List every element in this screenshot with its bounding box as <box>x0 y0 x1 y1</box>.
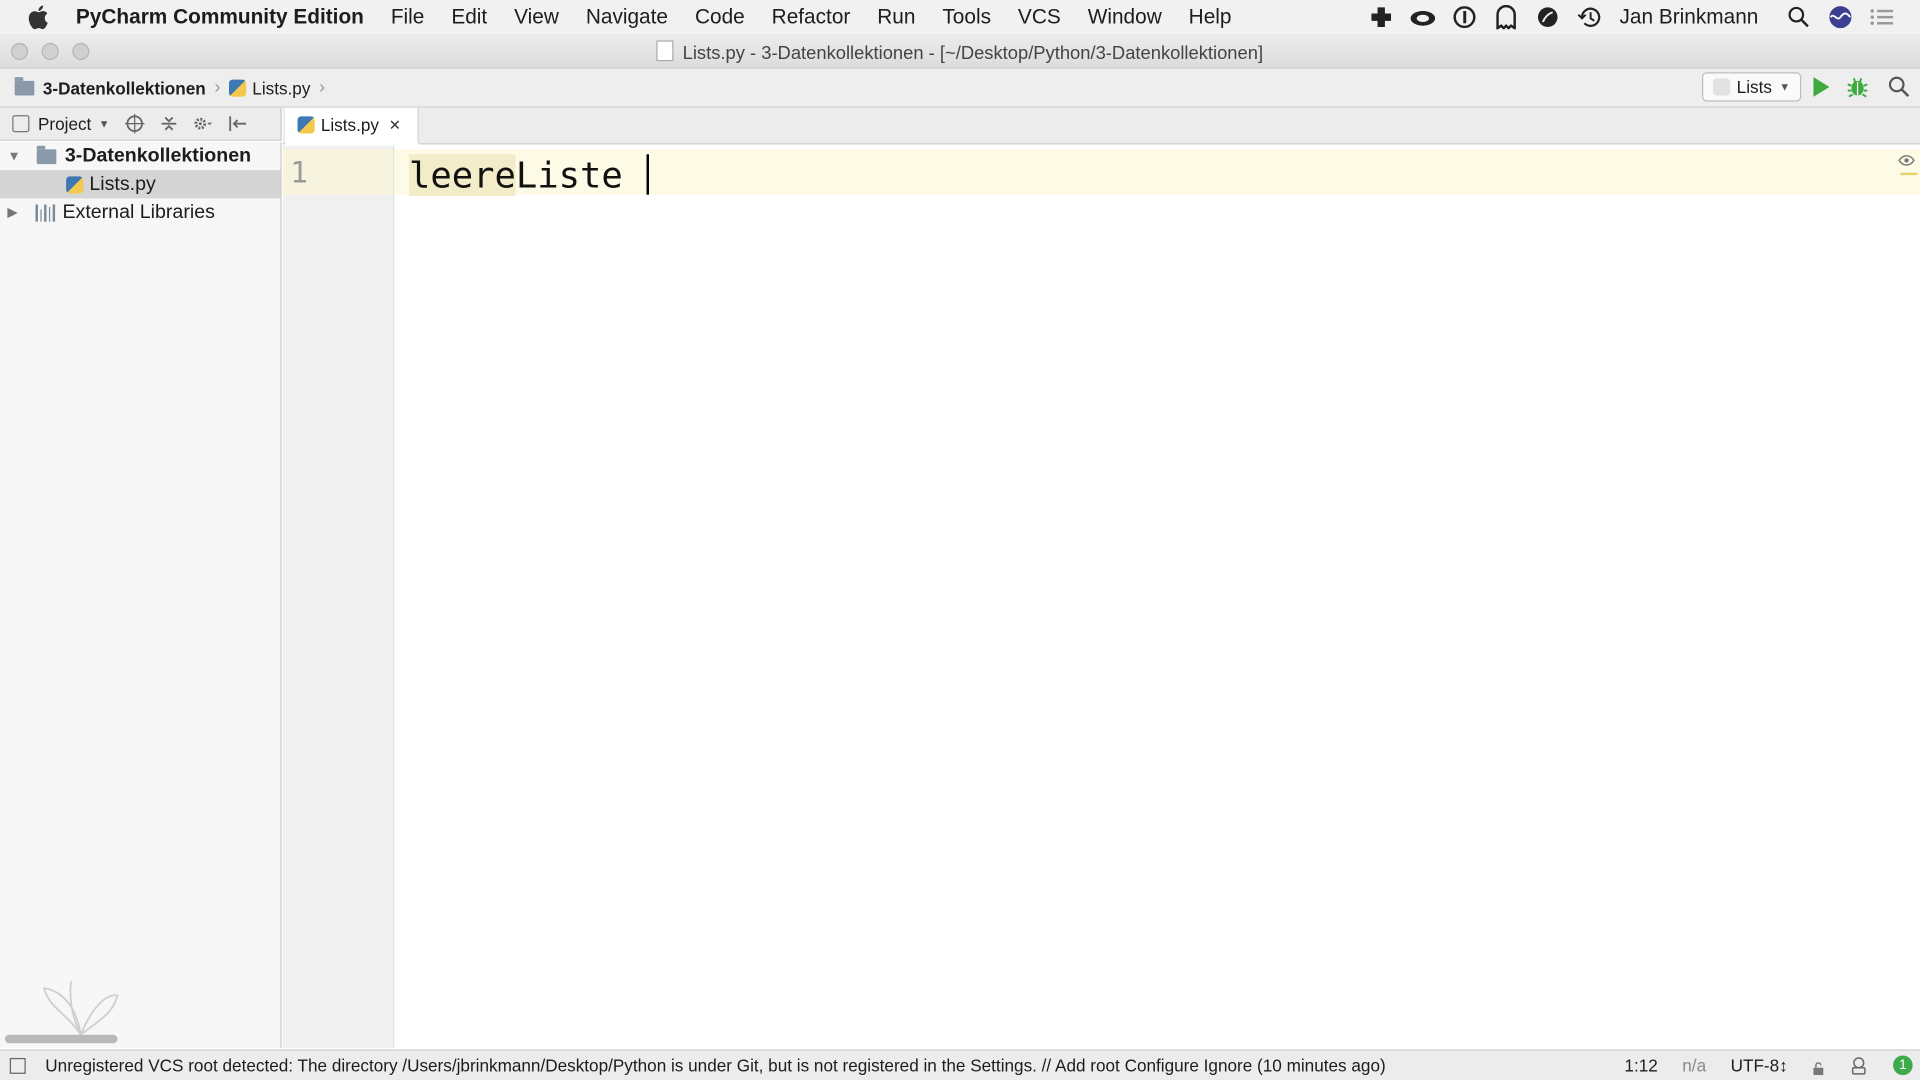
menu-code[interactable]: Code <box>695 5 745 29</box>
apple-icon[interactable] <box>27 5 59 30</box>
macos-menu-bar: PyCharm Community Edition File Edit View… <box>0 0 1920 36</box>
menu-window[interactable]: Window <box>1088 5 1162 29</box>
screen: PyCharm Community Edition File Edit View… <box>0 0 1920 1080</box>
breadcrumb-separator-icon: › <box>214 77 221 98</box>
caret-position[interactable]: 1:12 <box>1624 1056 1657 1076</box>
menu-help[interactable]: Help <box>1189 5 1232 29</box>
app-menu-name[interactable]: PyCharm Community Edition <box>76 5 364 29</box>
python-file-icon <box>229 78 247 97</box>
breadcrumb: 3-Datenkollektionen › Lists.py › <box>14 76 334 98</box>
tab-lists-py[interactable]: Lists.py ✕ <box>285 107 419 145</box>
window-title-text: Lists.py - 3-Datenkollektionen - [~/Desk… <box>682 42 1264 64</box>
close-tab-icon[interactable]: ✕ <box>389 116 401 133</box>
library-icon <box>35 203 56 222</box>
project-view-label: Project <box>37 113 92 134</box>
breadcrumb-folder[interactable]: 3-Datenkollektionen <box>43 78 206 98</box>
collapsed-arrow-icon[interactable]: ▶ <box>7 204 17 221</box>
menu-vcs[interactable]: VCS <box>1018 5 1061 29</box>
window-title: Lists.py - 3-Datenkollektionen - [~/Desk… <box>0 40 1920 64</box>
inspection-eye-icon[interactable] <box>1898 151 1915 168</box>
notification-center-icon[interactable] <box>1869 4 1896 31</box>
menu-edit[interactable]: Edit <box>451 5 487 29</box>
vcs-notification-message[interactable]: Unregistered VCS root detected: The dire… <box>45 1056 1385 1076</box>
run-toolbar: Lists ▼ <box>1702 72 1910 102</box>
time-machine-icon[interactable] <box>1575 4 1602 31</box>
tree-item-project-root[interactable]: ▼ 3-Datenkollektionen <box>0 142 280 170</box>
breadcrumb-file[interactable]: Lists.py <box>252 78 310 98</box>
line-separator-indicator[interactable]: n/a <box>1682 1056 1706 1076</box>
window-title-bar: Lists.py - 3-Datenkollektionen - [~/Desk… <box>0 34 1920 69</box>
editor-gutter: 1 <box>282 145 395 1049</box>
expanded-arrow-icon[interactable]: ▼ <box>7 149 20 164</box>
scroll-from-source-icon[interactable] <box>124 113 144 134</box>
menu-refactor[interactable]: Refactor <box>772 5 851 29</box>
project-tree: ▼ 3-Datenkollektionen Lists.py ▶ Externa… <box>0 142 282 1049</box>
code-text: Liste <box>515 154 645 196</box>
code-line-1[interactable]: leereListe <box>408 154 650 196</box>
chevron-down-icon: ▼ <box>1779 80 1791 94</box>
tree-libraries-label: External Libraries <box>62 201 215 223</box>
gear-icon[interactable] <box>193 114 213 134</box>
editor-tab-bar: Lists.py ✕ <box>282 107 1920 145</box>
tree-item-lists-py[interactable]: Lists.py <box>0 170 281 199</box>
breadcrumb-separator-icon: › <box>318 77 326 98</box>
tab-label: Lists.py <box>320 115 379 135</box>
spotlight-search-icon[interactable] <box>1785 4 1812 31</box>
menu-navigate[interactable]: Navigate <box>586 5 668 29</box>
menu-extras: Jan Brinkmann <box>1353 0 1896 34</box>
file-encoding[interactable]: UTF-8↕ <box>1731 1056 1788 1076</box>
code-editor[interactable]: leereListe <box>394 145 1920 1049</box>
folder-icon <box>36 145 57 164</box>
chevron-down-icon: ▼ <box>98 117 110 130</box>
siri-icon[interactable] <box>1827 4 1854 31</box>
python-file-icon <box>66 175 84 193</box>
menu-view[interactable]: View <box>514 5 559 29</box>
project-view-icon <box>12 115 30 133</box>
creative-cloud-icon[interactable] <box>1409 4 1436 31</box>
lock-icon[interactable] <box>1812 1059 1824 1075</box>
status-widgets: 1:12 n/a UTF-8↕ 1 <box>1600 1051 1913 1080</box>
tree-item-external-libraries[interactable]: ▶ External Libraries <box>0 198 280 226</box>
hide-panel-icon[interactable] <box>227 114 247 134</box>
text-caret <box>646 154 650 195</box>
warning-stripe-marker[interactable] <box>1900 172 1918 176</box>
identifier-highlight: leere <box>408 154 516 196</box>
status-bar: Unregistered VCS root detected: The dire… <box>0 1049 1920 1080</box>
project-view-selector[interactable]: Project ▼ <box>12 113 110 134</box>
line-number: 1 <box>290 155 308 190</box>
project-panel-toolbar: Project ▼ <box>0 107 282 141</box>
python-file-icon <box>297 116 315 134</box>
run-configuration-select[interactable]: Lists ▼ <box>1702 72 1802 102</box>
leaf-icon[interactable] <box>1534 4 1561 31</box>
run-icon[interactable] <box>1813 77 1830 97</box>
password-manager-icon[interactable] <box>1451 4 1478 31</box>
folder-icon <box>14 76 35 95</box>
navigation-bar: 3-Datenkollektionen › Lists.py › Lists ▼ <box>0 68 1920 108</box>
tree-root-label: 3-Datenkollektionen <box>64 145 252 166</box>
collapse-all-icon[interactable] <box>159 114 179 134</box>
search-everywhere-icon[interactable] <box>1888 76 1910 98</box>
plus-cross-icon[interactable] <box>1367 4 1394 31</box>
horizontal-scrollbar[interactable] <box>4 1034 118 1044</box>
menu-run[interactable]: Run <box>877 5 915 29</box>
python-config-icon <box>1713 78 1731 96</box>
document-icon <box>656 40 675 62</box>
menu-tools[interactable]: Tools <box>942 5 991 29</box>
hector-inspector-icon[interactable] <box>1849 1056 1869 1076</box>
ghost-icon[interactable] <box>1492 4 1519 31</box>
run-configuration-label: Lists <box>1736 77 1772 97</box>
menu-file[interactable]: File <box>391 5 425 29</box>
tool-windows-toggle-icon[interactable] <box>9 1057 26 1074</box>
tree-file-label: Lists.py <box>89 173 156 195</box>
event-log-badge[interactable]: 1 <box>1893 1055 1913 1076</box>
debug-bug-icon[interactable] <box>1847 76 1869 98</box>
user-name[interactable]: Jan Brinkmann <box>1620 5 1759 29</box>
